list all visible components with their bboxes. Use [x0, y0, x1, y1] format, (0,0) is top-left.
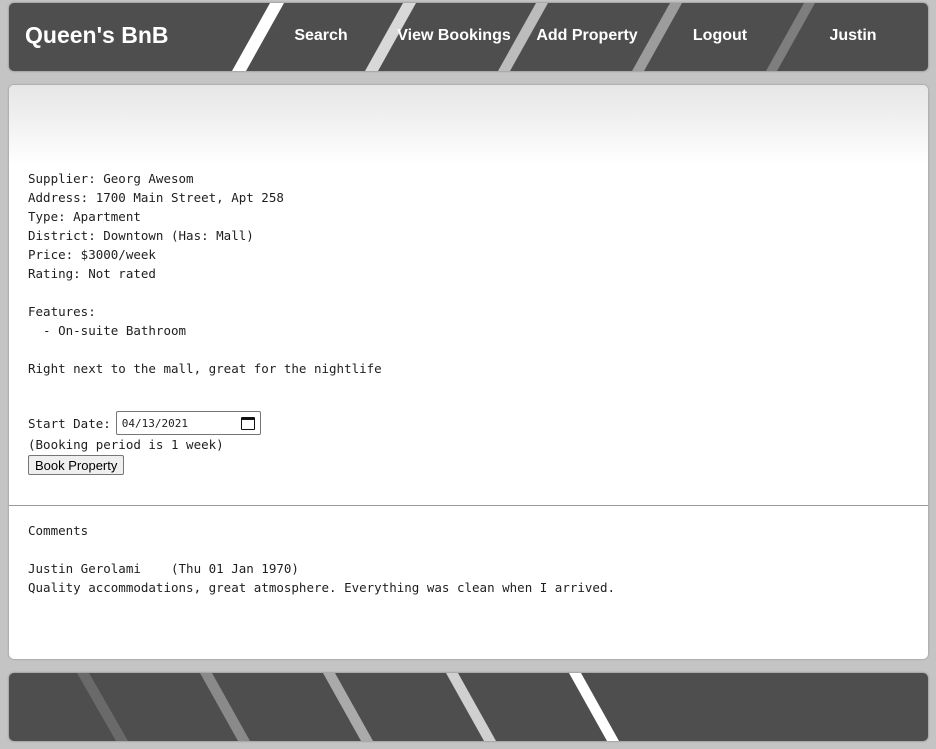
footer-bar — [9, 673, 928, 741]
supplier-text: Supplier: Georg Awesom — [28, 171, 194, 186]
nav-add-property[interactable]: Add Property — [536, 27, 637, 45]
property-description: Right next to the mall, great for the ni… — [28, 361, 382, 376]
nav-user-profile[interactable]: Justin — [829, 27, 876, 45]
district-text: District: Downtown (Has: Mall) — [28, 228, 254, 243]
footer-stripe-4 — [446, 673, 496, 741]
start-date-input[interactable]: 04/13/2021 — [115, 411, 261, 435]
comment-author-date: Justin Gerolami (Thu 01 Jan 1970) — [28, 561, 299, 576]
property-banner — [9, 85, 928, 165]
top-nav-bar: Queen's BnB Search View Bookings Add Pro… — [9, 3, 928, 71]
nav-logout[interactable]: Logout — [693, 27, 747, 45]
type-text: Type: Apartment — [28, 209, 141, 224]
section-divider — [9, 505, 928, 506]
footer-stripe-5 — [569, 673, 619, 741]
features-label: Features: — [28, 304, 96, 319]
feature-item: - On-suite Bathroom — [28, 323, 187, 338]
footer-stripe-1 — [77, 673, 128, 741]
header-stripe-1 — [232, 3, 284, 71]
comments-section: Comments Justin Gerolami (Thu 01 Jan 197… — [28, 521, 615, 597]
property-details: Supplier: Georg Awesom Address: 1700 Mai… — [28, 169, 382, 378]
footer-stripes-decoration — [77, 673, 619, 741]
footer-stripe-3 — [323, 673, 373, 741]
start-date-label: Start Date: — [28, 415, 111, 431]
comment-text: Quality accommodations, great atmosphere… — [28, 580, 615, 595]
comment-item: Justin Gerolami (Thu 01 Jan 1970) Qualit… — [28, 559, 615, 597]
nav-search[interactable]: Search — [294, 27, 347, 45]
nav-view-bookings[interactable]: View Bookings — [397, 27, 511, 45]
start-date-row: Start Date: 04/13/2021 — [28, 411, 261, 435]
address-text: Address: 1700 Main Street, Apt 258 — [28, 190, 284, 205]
comments-heading: Comments — [28, 523, 89, 538]
header-stripe-4 — [632, 3, 682, 71]
property-detail-panel: Supplier: Georg Awesom Address: 1700 Mai… — [9, 85, 928, 659]
header-stripe-5 — [766, 3, 815, 71]
brand-logo[interactable]: Queen's BnB — [25, 22, 169, 49]
start-date-value: 04/13/2021 — [121, 416, 189, 430]
booking-period-note: (Booking period is 1 week) — [28, 437, 224, 452]
rating-text: Rating: Not rated — [28, 266, 156, 281]
footer-stripe-2 — [200, 673, 250, 741]
book-property-button[interactable]: Book Property — [28, 455, 125, 475]
price-text: Price: $3000/week — [28, 247, 156, 262]
calendar-icon[interactable] — [240, 416, 255, 430]
booking-form: Start Date: 04/13/2021 (Booking period i… — [28, 411, 261, 475]
